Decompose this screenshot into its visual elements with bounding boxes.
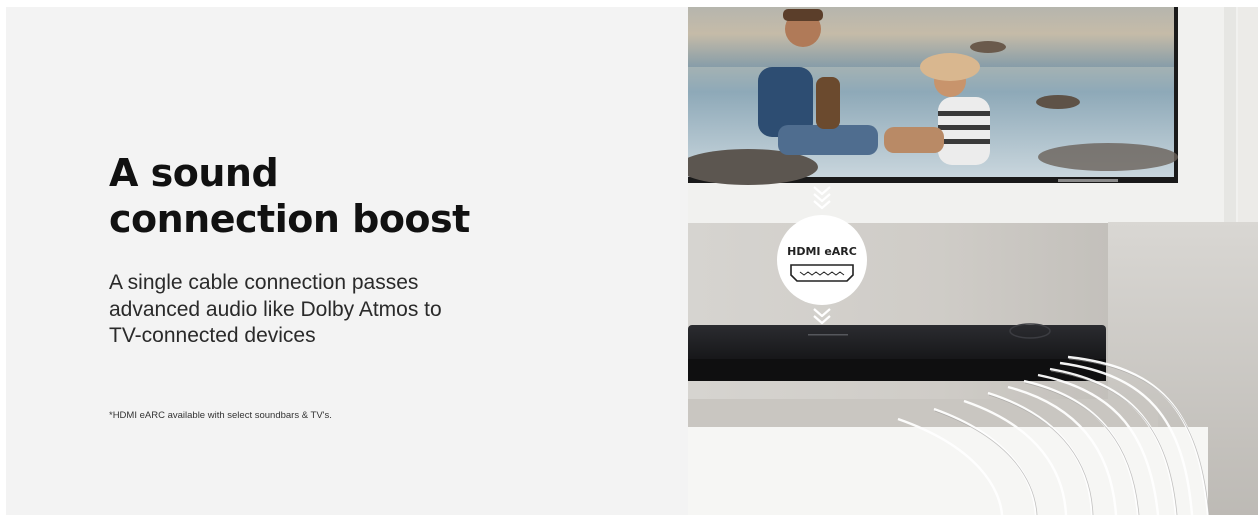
text-panel xyxy=(6,7,688,515)
description-line-2: advanced audio like Dolby Atmos to xyxy=(109,297,442,321)
hdmi-earc-badge: HDMI eARC xyxy=(777,215,867,305)
soundbar xyxy=(688,323,1106,381)
description-line-3: TV-connected devices xyxy=(109,324,316,347)
hdmi-earc-label: HDMI eARC xyxy=(787,245,857,258)
feature-description: A single cable connection passes advance… xyxy=(109,270,469,350)
tv-stand xyxy=(688,223,1108,423)
tv xyxy=(688,7,1178,185)
feature-banner: A sound connection boost A single cable … xyxy=(0,0,1258,515)
headline-line-1: A sound xyxy=(109,151,279,195)
product-illustration: HDMI eARC xyxy=(688,7,1258,515)
description-line-1: A single cable connection passes xyxy=(109,271,419,294)
footnote: *HDMI eARC available with select soundba… xyxy=(109,410,332,421)
page-title: A sound connection boost xyxy=(109,150,529,242)
headline-line-2: connection boost xyxy=(109,197,470,241)
